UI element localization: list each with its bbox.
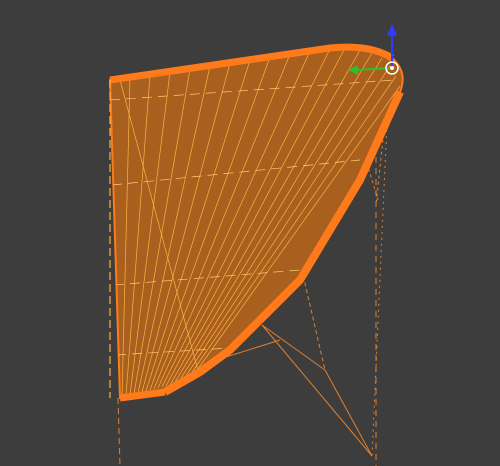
rigging-line (117, 397, 121, 466)
3d-viewport[interactable] (0, 0, 500, 466)
rigging-line (261, 324, 373, 457)
viewport-canvas[interactable] (0, 0, 500, 466)
mesh-object-icon[interactable] (108, 43, 404, 402)
rigging-line (324, 369, 373, 457)
sail-surface[interactable] (108, 46, 404, 400)
z-axis-arrow-icon[interactable] (387, 24, 397, 36)
pivot-center (390, 66, 394, 70)
